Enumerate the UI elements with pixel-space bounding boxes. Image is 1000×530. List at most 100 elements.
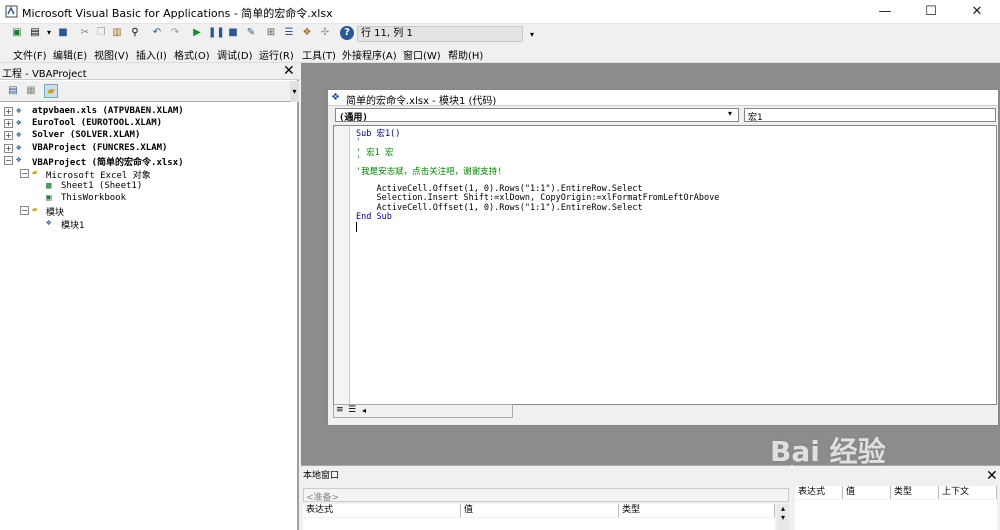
vbaproject-icon: ❖ — [16, 130, 22, 140]
code-window-titlebar: ❖ 简单的宏命令.xlsx - 模块1 (代码) — [328, 90, 998, 107]
procedure-dropdown-value: 宏1 — [748, 113, 763, 123]
vbaproject-icon: ❖ — [16, 143, 22, 153]
tree-item-sheet1[interactable]: Sheet1 (Sheet1) — [61, 181, 142, 191]
tree-item-atpvbaen[interactable]: atpvbaen.xls (ATPVBAEN.XLAM) — [32, 106, 184, 116]
project-explorer-title: 工程 - VBAProject — [2, 69, 87, 80]
watch-col-expression[interactable]: 表达式 — [795, 486, 843, 499]
menu-file[interactable]: 文件(F) — [13, 47, 47, 62]
locals-vscrollbar[interactable]: ▴ ▾ — [777, 504, 789, 530]
expand-icon[interactable]: + — [4, 131, 13, 140]
locals-col-expression[interactable]: 表达式 — [303, 504, 461, 517]
chevron-down-icon[interactable]: ▾ — [728, 109, 732, 118]
paste-icon[interactable]: ▥ — [110, 26, 124, 40]
dropdown-arrow-icon[interactable]: ▾ — [42, 26, 56, 40]
menu-format[interactable]: 格式(O) — [174, 47, 210, 62]
vbaproject-icon: ❖ — [16, 118, 22, 128]
cut-icon[interactable]: ✂ — [78, 26, 92, 40]
project-toolbar: ▤ ▦ ▰ ▾ — [0, 81, 299, 102]
tree-item-current-project[interactable]: VBAProject (简单的宏命令.xlsx) — [32, 155, 184, 168]
tree-item-eurotool[interactable]: EuroTool (EUROTOOL.XLAM) — [32, 118, 162, 128]
full-module-view-icon[interactable]: ☰ — [348, 405, 356, 415]
code-line: Selection.Insert Shift:=xlDown, CopyOrig… — [356, 193, 720, 203]
locals-list — [303, 518, 775, 530]
locals-col-value[interactable]: 值 — [461, 504, 619, 517]
margin-indicator-bar — [334, 126, 350, 404]
minimize-button[interactable]: — — [862, 0, 908, 24]
collapse-icon[interactable]: − — [20, 169, 29, 178]
expand-icon[interactable]: + — [4, 144, 13, 153]
folder-icon: ▰ — [32, 205, 38, 215]
break-icon[interactable]: ❚❚ — [208, 26, 225, 40]
project-explorer: 工程 - VBAProject ✕ ▤ ▦ ▰ ▾ + ❖ atpvbaen.x… — [0, 63, 299, 530]
cursor-position: 行 11, 列 1 — [357, 26, 523, 42]
window-title: Microsoft Visual Basic for Applications … — [22, 7, 333, 20]
menu-edit[interactable]: 编辑(E) — [53, 47, 87, 62]
expand-icon[interactable]: + — [4, 107, 13, 116]
save-icon[interactable]: ■ — [56, 26, 70, 40]
help-icon[interactable]: ? — [340, 26, 354, 40]
menu-insert[interactable]: 插入(I) — [136, 47, 167, 62]
menu-window[interactable]: 窗口(W) — [403, 47, 441, 62]
project-explorer-icon[interactable]: ⊞ — [264, 26, 278, 40]
design-mode-icon[interactable]: ✎ — [244, 26, 258, 40]
collapse-icon[interactable]: − — [20, 206, 29, 215]
maximize-button[interactable]: ☐ — [908, 0, 954, 24]
vba-app-icon — [5, 5, 18, 18]
watch-window: ✕ 表达式 值 类型 上下文 — [793, 465, 1000, 530]
object-dropdown-value: (通用) — [339, 113, 368, 123]
tree-item-excel-objects[interactable]: Microsoft Excel 对象 — [46, 168, 151, 181]
watch-list — [795, 500, 997, 530]
watch-col-type[interactable]: 类型 — [891, 486, 939, 499]
object-browser-icon[interactable]: ❖ — [300, 26, 314, 40]
locals-title: 本地窗口 — [303, 471, 340, 481]
procedure-dropdown[interactable]: 宏1 — [744, 108, 996, 123]
project-close-icon[interactable]: ✕ — [283, 64, 295, 78]
vbaproject-icon: ❖ — [16, 106, 22, 116]
expand-icon[interactable]: + — [4, 119, 13, 128]
locals-window: 本地窗口 <准备> 表达式 值 类型 ▴ ▾ — [301, 465, 791, 530]
code-window: ❖ 简单的宏命令.xlsx - 模块1 (代码) (通用) ▾ 宏1 Sub 宏… — [327, 89, 999, 426]
close-button[interactable]: ✕ — [954, 0, 1000, 24]
procedure-view-icon[interactable]: ≡ — [336, 405, 344, 415]
menu-tools[interactable]: 工具(T) — [302, 47, 336, 62]
watch-col-value[interactable]: 值 — [843, 486, 891, 499]
toolbar-options-icon[interactable]: ▾ — [525, 28, 539, 42]
toolbox-icon[interactable]: ✣ — [318, 26, 332, 40]
insert-userform-icon[interactable]: ▤ — [28, 26, 42, 40]
view-object-icon[interactable]: ▦ — [24, 84, 38, 98]
collapse-icon[interactable]: − — [4, 156, 13, 165]
excel-view-icon[interactable]: ▣ — [10, 26, 24, 40]
watch-col-context[interactable]: 上下文 — [939, 486, 997, 499]
menu-addins[interactable]: 外接程序(A) — [342, 47, 397, 62]
properties-icon[interactable]: ☰ — [282, 26, 296, 40]
object-dropdown[interactable]: (通用) ▾ — [335, 108, 739, 123]
tree-item-thisworkbook[interactable]: ThisWorkbook — [61, 193, 126, 203]
project-scroll-button[interactable]: ▾ — [290, 81, 299, 102]
view-code-icon[interactable]: ▤ — [6, 84, 20, 98]
tree-item-module1[interactable]: 模块1 — [61, 218, 84, 231]
find-icon[interactable]: ⚲ — [128, 26, 142, 40]
reset-icon[interactable]: ■ — [226, 26, 240, 40]
undo-icon[interactable]: ↶ — [150, 26, 164, 40]
tree-item-funcres[interactable]: VBAProject (FUNCRES.XLAM) — [32, 143, 167, 153]
tree-item-modules[interactable]: 模块 — [46, 205, 64, 218]
watch-close-icon[interactable]: ✕ — [986, 469, 998, 483]
project-explorer-header: 工程 - VBAProject ✕ — [0, 63, 299, 80]
locals-col-type[interactable]: 类型 — [619, 504, 775, 517]
scroll-left-icon[interactable]: ◂ — [362, 406, 366, 415]
copy-icon[interactable]: ❐ — [94, 26, 108, 40]
code-editor[interactable]: Sub 宏1() ' ' 宏1 宏 ' '我是安志斌，点击关注吧，谢谢支持! A… — [333, 125, 997, 405]
redo-icon[interactable]: ↷ — [168, 26, 182, 40]
menu-run[interactable]: 运行(R) — [259, 47, 294, 62]
code-hscrollbar[interactable]: ≡ ☰ ◂ — [333, 404, 513, 418]
run-icon[interactable]: ▶ — [190, 26, 204, 40]
menu-debug[interactable]: 调试(D) — [217, 47, 253, 62]
toggle-folders-icon[interactable]: ▰ — [44, 84, 58, 98]
workbook-icon: ▣ — [46, 193, 52, 203]
menu-help[interactable]: 帮助(H) — [448, 47, 483, 62]
code-line: End Sub — [356, 212, 392, 222]
module-icon: ❖ — [331, 92, 340, 103]
tree-item-solver[interactable]: Solver (SOLVER.XLAM) — [32, 130, 140, 140]
menu-view[interactable]: 视图(V) — [94, 47, 129, 62]
text-cursor — [356, 222, 357, 232]
